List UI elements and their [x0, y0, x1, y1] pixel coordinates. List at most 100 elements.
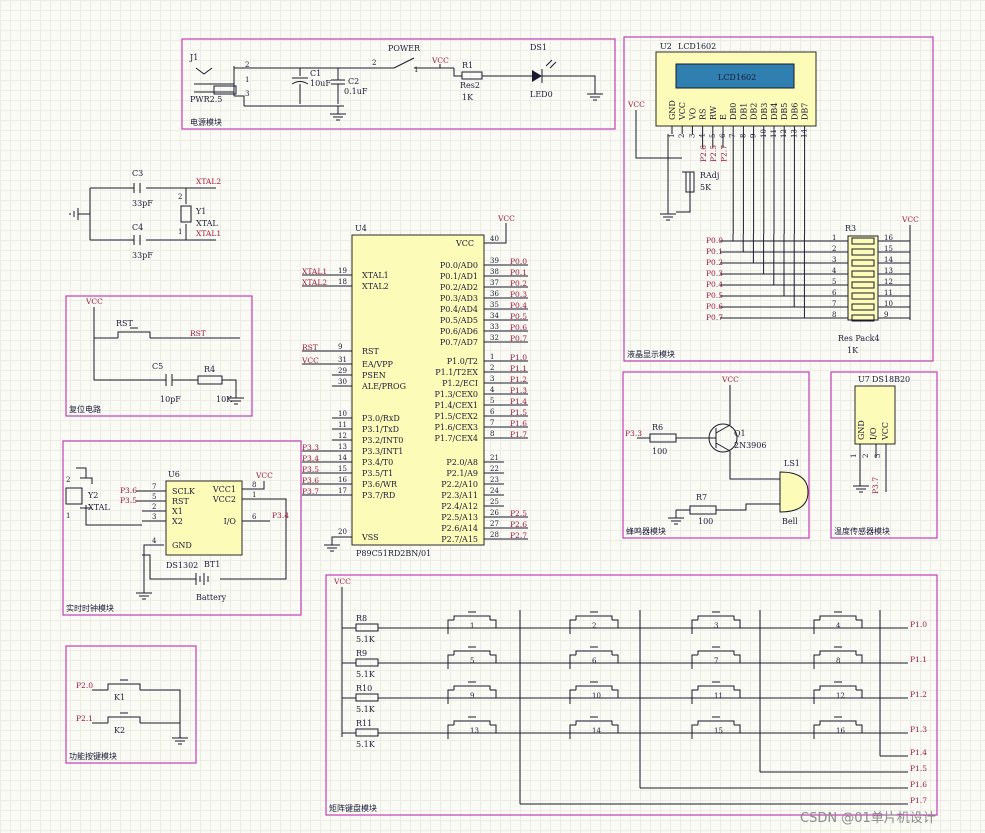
mcu-left-pin-name: PSEN	[362, 371, 386, 380]
lcd-pin-name: DB0	[729, 103, 738, 120]
ds1-label: DS1	[530, 43, 547, 52]
matrix-row-net: P1.3	[910, 725, 927, 734]
respack-left-num: 1	[832, 234, 836, 242]
temp-pin-name: VCC	[881, 422, 890, 441]
c4-value: 33pF	[132, 251, 153, 260]
lcd-pin-num: 10	[760, 129, 768, 138]
matrix-col-net: P1.6	[910, 780, 927, 789]
c5-value: 10pF	[160, 395, 181, 404]
temp-pin-name: GND	[857, 420, 866, 440]
y1-value: XTAL	[196, 219, 218, 228]
c1-symbol	[291, 68, 309, 104]
mcu-right-pin-name: P2.5/A13	[441, 513, 478, 522]
lcd-pin-name: DB3	[760, 103, 769, 120]
mcu-right-net-label: P1.2	[510, 375, 527, 384]
rtc-left-pin-name: RST	[172, 497, 190, 506]
power-module-title: 电源模块	[190, 117, 222, 127]
func-keys-circuit: P2.0 P2.1 K1 K2	[76, 679, 188, 745]
mcu-right-net-label: P2.5	[510, 509, 527, 518]
y2-pin1: 1	[66, 512, 70, 520]
reset-button	[117, 327, 151, 338]
mcu-left-net-label: XTAL1	[302, 267, 327, 276]
mcu-right-pin-num: 5	[490, 397, 494, 405]
mcu-right-pin-num: 22	[490, 465, 499, 473]
lcd-pin-name: DB6	[790, 103, 799, 120]
r4-value: 10K	[216, 395, 233, 404]
mcu-left-net-label: VCC	[301, 356, 319, 365]
lcd-pin-num: 11	[770, 129, 778, 138]
led-triangle	[532, 70, 542, 82]
lcd-pin-num: 9	[750, 134, 758, 138]
j1-pin1: 1	[245, 76, 249, 84]
mcu-left-pin-name: P3.6/WR	[362, 480, 398, 489]
mcu-left-net-label: XTAL2	[302, 278, 327, 287]
rtc-right-pin-name: VCC2	[212, 495, 236, 504]
mcu-right-net-label: P0.7	[510, 334, 527, 343]
rtc-left-pin-name: X1	[172, 507, 183, 516]
lcd-pin-num: 13	[790, 129, 798, 138]
mcu-pin40: 40	[490, 235, 499, 243]
matrix-key-label: 8	[836, 657, 840, 665]
matrix-key-label: 5	[470, 657, 474, 665]
rtc-left-net: P3.6	[120, 486, 137, 495]
matrix-row-resistor	[355, 623, 379, 632]
respack-left-num: 3	[832, 256, 836, 264]
mcu-right-pin-name: P0.7/AD7	[440, 338, 478, 347]
mcu-right-pin-name: P0.0/AD0	[440, 261, 478, 270]
q1-ref: Q1	[734, 429, 746, 438]
y2-ref: Y2	[87, 491, 98, 500]
r6-ref: R6	[652, 423, 663, 432]
mcu-right-net-label: P1.6	[510, 419, 527, 428]
mcu-right-pin-num: 25	[490, 498, 499, 506]
rtc-left-pin-num: 2	[152, 503, 156, 511]
respack-right-num: 13	[884, 267, 893, 275]
lcd-ref: U2	[660, 42, 672, 51]
mcu-right-pin-num: 39	[490, 257, 499, 265]
mcu-right-net-label: P0.3	[510, 290, 527, 299]
reset-circuit: VCC RST RST C5 10pF R4 10K	[85, 297, 244, 405]
lcd-pin-num: 14	[801, 129, 809, 138]
c3-ref: C3	[132, 169, 143, 178]
lcd-pin-name: GND	[668, 100, 677, 120]
led-label: LED0	[530, 90, 553, 99]
temp-circuit: U7 DS18B20 GND 1 I/O 2 VCC 3 P3.7	[850, 375, 910, 494]
mcu-left-pin-name: P3.0/RxD	[362, 414, 400, 423]
rtc-left-pin-num: 7	[152, 483, 156, 491]
mcu-right-net-label: P1.4	[510, 397, 527, 406]
respack-left-num: 7	[832, 300, 836, 308]
matrix-key-label: 7	[714, 657, 718, 665]
jack-body	[213, 85, 237, 95]
matrix-key-label: 12	[836, 692, 845, 700]
buzzer-circuit: VCC P3.3 R6 100 Q1 2N3906 R7 100 LS1 Bel…	[625, 375, 809, 526]
matrix-col-wire	[759, 610, 908, 773]
lcd-bus-wire	[720, 234, 848, 297]
mcu-left-pin-name: ALE/PROG	[361, 382, 406, 391]
func-keys-module-title: 功能按键模块	[69, 751, 117, 761]
rtc-ref: U6	[168, 470, 180, 479]
switch-pin2: 2	[372, 59, 376, 67]
mcu-right-pin-num: 24	[490, 487, 499, 495]
mcu-right-pin-num: 26	[490, 509, 499, 517]
mcu-vss-pin: VSS	[361, 533, 379, 542]
respack-right-num: 9	[884, 311, 888, 319]
mcu-right-pin-name: P1.1/T2EX	[435, 368, 478, 377]
buzzer-vcc: VCC	[721, 375, 739, 384]
mcu-left-net-label: P3.7	[302, 487, 319, 496]
j1-pin3: 3	[245, 90, 249, 98]
mcu-right-pin-num: 35	[490, 301, 499, 309]
mcu-right-pin-num: 36	[490, 290, 499, 298]
c2-ref: C2	[348, 77, 359, 86]
lcd-pin-name: DB1	[739, 103, 748, 120]
lcd-circuit: U2 LCD1602 LCD1602 GND 1 VCC 2 VO 3 RS 4 RW 5 E 6 DB…	[627, 42, 919, 355]
lcd-pin-name: VO	[688, 107, 697, 121]
mcu-right-net-label: P1.1	[510, 364, 527, 373]
matrix-col-net: P1.4	[910, 748, 927, 757]
r1-value: 1K	[462, 93, 474, 102]
mcu-left-pin-num: 10	[338, 410, 347, 418]
rtc-right-pin-num: 8	[252, 481, 256, 489]
mcu-left-pin-num: 9	[338, 343, 342, 351]
matrix-cols: P1.4 P1.5 P1.6 P1.7	[519, 610, 927, 805]
mcu-left-pin-name: P3.1/TxD	[362, 425, 399, 434]
matrix-module-box	[325, 574, 938, 816]
mcu-ground	[324, 536, 352, 552]
